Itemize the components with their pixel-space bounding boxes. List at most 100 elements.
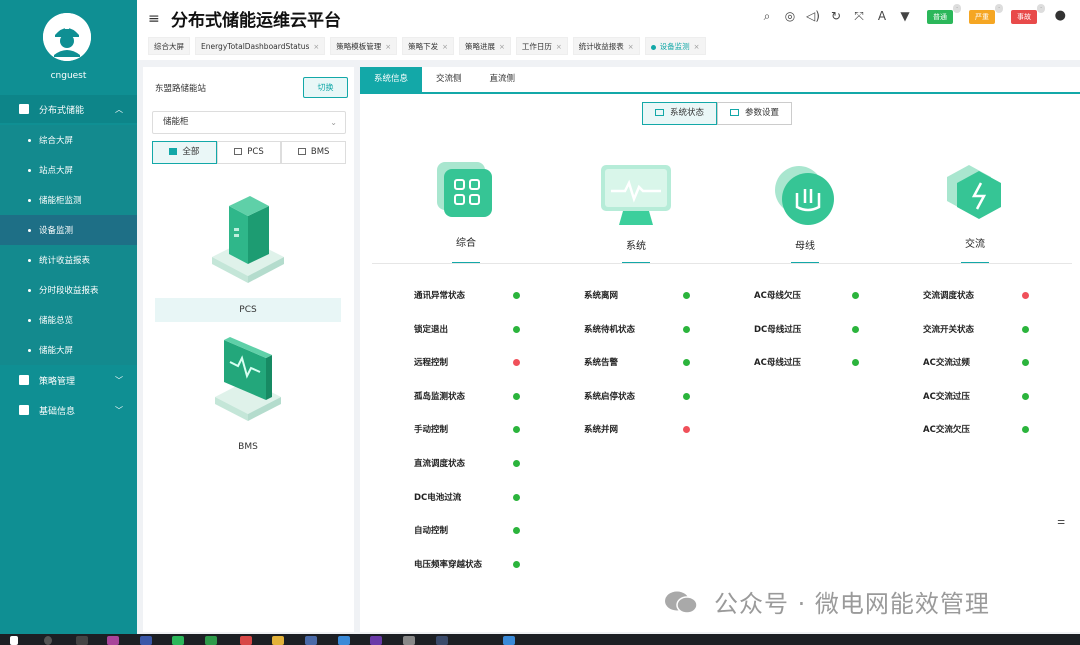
font-size-icon[interactable]: A bbox=[875, 9, 889, 23]
tab-device-monitor[interactable]: 设备监测 × bbox=[644, 37, 706, 55]
menu-group-strategy[interactable]: 策略管理 ﹀ bbox=[0, 366, 137, 394]
status-indicator-dot bbox=[852, 359, 859, 367]
chevron-down-icon: ⌄ bbox=[330, 118, 337, 127]
category-general[interactable]: 综合 bbox=[406, 160, 526, 264]
device-item-bms[interactable]: BMS bbox=[155, 332, 341, 457]
tab-energy-dashboard[interactable]: EnergyTotalDashboardStatus × bbox=[195, 37, 326, 55]
alarm-badge-normal[interactable]: 普通 · bbox=[927, 4, 961, 24]
sidebar-item-cabinet-monitor[interactable]: 储能柜监测 bbox=[0, 185, 137, 215]
avatar[interactable] bbox=[43, 13, 91, 61]
menu-group-label: 策略管理 bbox=[39, 376, 76, 387]
menu-group-distributed-storage[interactable]: 分布式储能 ︿ bbox=[0, 95, 137, 123]
theme-icon[interactable]: ▼ bbox=[898, 9, 912, 23]
sidebar-item-timeslot-revenue-report[interactable]: 分时段收益报表 bbox=[0, 275, 137, 305]
sidebar-item-label: 储能大屏 bbox=[39, 346, 74, 356]
close-icon[interactable]: × bbox=[556, 43, 562, 51]
status-indicator-dot bbox=[513, 292, 520, 299]
category-label: 母线 bbox=[795, 241, 815, 252]
status-label: DC母线过压 bbox=[754, 324, 802, 335]
category-system[interactable]: 系统 bbox=[576, 160, 696, 264]
app-icon[interactable] bbox=[205, 636, 217, 645]
status-indicator-dot bbox=[1022, 359, 1029, 367]
app-icon[interactable] bbox=[240, 636, 252, 645]
menu-group-basic-info[interactable]: 基础信息 ﹀ bbox=[0, 396, 137, 424]
category-ac[interactable]: 交流 bbox=[915, 160, 1035, 264]
filter-pcs-button[interactable]: PCS bbox=[216, 141, 282, 164]
username: cnguest bbox=[50, 71, 87, 81]
info-icon bbox=[19, 405, 29, 415]
status-indicator-dot bbox=[513, 359, 520, 367]
search-icon[interactable]: ⌕ bbox=[760, 9, 774, 23]
app-icon[interactable] bbox=[370, 636, 382, 645]
close-icon[interactable]: × bbox=[313, 43, 319, 51]
task-view-icon[interactable] bbox=[76, 636, 88, 645]
app-icon[interactable] bbox=[338, 636, 350, 645]
app-root: cnguest 分布式储能 ︿ 综合大屏 站点大屏 储能柜监测 设备监测 统计收… bbox=[0, 0, 1080, 645]
tab-strategy-template[interactable]: 策略模板管理 × bbox=[330, 37, 398, 55]
system-status-button[interactable]: 系统状态 bbox=[642, 102, 718, 125]
device-type-select[interactable]: 储能柜 ⌄ bbox=[152, 111, 346, 134]
sidebar-item-device-monitor[interactable]: 设备监测 bbox=[0, 215, 137, 245]
wechat-icon[interactable] bbox=[172, 636, 184, 645]
tab-work-calendar[interactable]: 工作日历 × bbox=[515, 37, 568, 55]
close-icon[interactable]: × bbox=[499, 43, 505, 51]
search-icon[interactable] bbox=[44, 636, 52, 645]
sidebar-item-label: 站点大屏 bbox=[39, 166, 74, 176]
switch-station-button[interactable]: 切换 bbox=[303, 77, 348, 98]
grid-apps-icon bbox=[437, 162, 492, 217]
tab-dc-side[interactable]: 直流侧 bbox=[476, 67, 530, 92]
status-label: 系统并网 bbox=[584, 425, 619, 436]
app-icon[interactable] bbox=[436, 636, 448, 645]
watermark-text: 公众号 · 微电网能效管理 bbox=[714, 590, 990, 618]
tab-strategy-progress[interactable]: 策略进展 × bbox=[459, 37, 511, 55]
settings-sliders-icon[interactable]: ⚌ bbox=[1057, 517, 1065, 527]
close-icon[interactable]: × bbox=[694, 43, 700, 51]
bullet-icon bbox=[28, 198, 31, 202]
filter-all-button[interactable]: 全部 bbox=[152, 141, 217, 164]
tab-strategy-dispatch[interactable]: 策略下发 × bbox=[402, 37, 454, 55]
device-item-pcs[interactable]: PCS bbox=[155, 192, 341, 322]
close-icon[interactable]: × bbox=[628, 43, 634, 51]
sidebar-item-storage-overview[interactable]: 储能总览 bbox=[0, 305, 137, 335]
badge-count: · bbox=[1037, 4, 1045, 13]
app-icon[interactable] bbox=[107, 636, 119, 645]
section-divider bbox=[372, 263, 1072, 264]
close-icon[interactable]: × bbox=[442, 43, 448, 51]
tab-overview-screen[interactable]: 综合大屏 bbox=[148, 37, 190, 55]
bullet-icon bbox=[28, 348, 31, 352]
sidebar-item-overview-screen[interactable]: 综合大屏 bbox=[0, 125, 137, 155]
app-icon[interactable] bbox=[305, 636, 317, 645]
tab-revenue-report[interactable]: 统计收益报表 × bbox=[572, 37, 640, 55]
folder-icon[interactable] bbox=[272, 636, 284, 645]
status-indicator-dot bbox=[1022, 292, 1029, 299]
sidebar-item-storage-screen[interactable]: 储能大屏 bbox=[0, 335, 137, 365]
app-icon[interactable] bbox=[403, 636, 415, 645]
menu-toggle-icon[interactable]: ≡ bbox=[148, 11, 160, 27]
status-label: 手动控制 bbox=[414, 425, 449, 436]
close-icon[interactable]: × bbox=[385, 43, 391, 51]
app-icon[interactable] bbox=[503, 636, 515, 645]
tab-ac-side[interactable]: 交流侧 bbox=[422, 67, 476, 92]
bullet-icon bbox=[28, 228, 31, 232]
status-indicator-dot bbox=[513, 560, 520, 568]
category-bus[interactable]: 母线 bbox=[745, 160, 865, 264]
volume-icon[interactable]: ◁) bbox=[806, 9, 820, 23]
app-icon[interactable] bbox=[140, 636, 152, 645]
sidebar: cnguest 分布式储能 ︿ 综合大屏 站点大屏 储能柜监测 设备监测 统计收… bbox=[0, 0, 137, 634]
status-indicator-dot bbox=[513, 460, 520, 467]
tab-system-info[interactable]: 系统信息 bbox=[360, 67, 423, 92]
sidebar-item-site-screen[interactable]: 站点大屏 bbox=[0, 155, 137, 185]
user-icon[interactable]: ● bbox=[1055, 8, 1066, 23]
tab-label: 设备监测 bbox=[659, 42, 690, 51]
fullscreen-icon[interactable]: ⤧ bbox=[852, 9, 866, 23]
alarm-badge-accident[interactable]: 事故 · bbox=[1011, 4, 1045, 24]
alarm-badge-severe[interactable]: 严重 · bbox=[969, 4, 1003, 24]
start-icon[interactable] bbox=[10, 636, 18, 645]
help-icon[interactable]: ◎ bbox=[783, 9, 797, 23]
sidebar-item-revenue-report[interactable]: 统计收益报表 bbox=[0, 245, 137, 275]
page-title: 分布式储能运维云平台 bbox=[171, 11, 341, 31]
parameter-settings-button[interactable]: 参数设置 bbox=[717, 102, 793, 125]
filter-bms-button[interactable]: BMS bbox=[281, 141, 347, 164]
status-indicator-dot bbox=[852, 292, 859, 299]
refresh-icon[interactable]: ↻ bbox=[829, 9, 843, 23]
